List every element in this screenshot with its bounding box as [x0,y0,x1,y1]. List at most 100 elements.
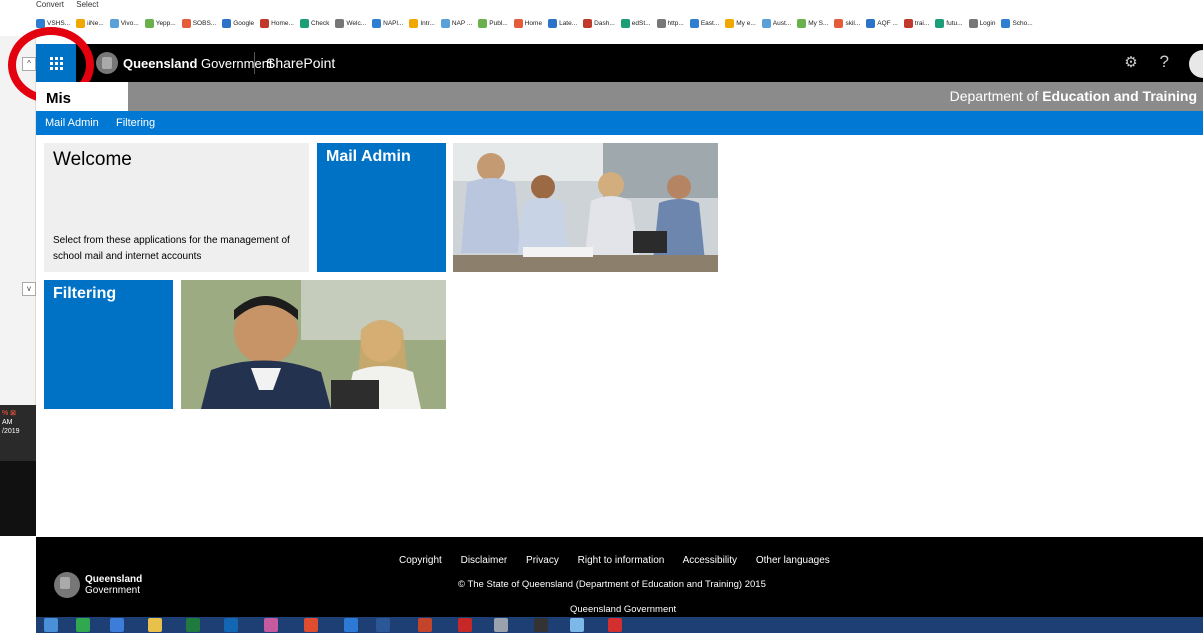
browser-command-bar: Convert Select [36,0,336,10]
outlook-icon[interactable] [224,618,238,632]
favorite-link[interactable]: iiNe... [76,10,104,36]
onedrive-icon[interactable] [344,618,358,632]
favorite-link[interactable]: NAP ... [440,10,473,36]
favorite-label: Yepp... [155,19,176,27]
favorite-link[interactable]: Vivo... [109,10,139,36]
nav-filtering[interactable]: Filtering [116,111,155,135]
favorite-link[interactable]: NAPl... [372,10,403,36]
favorite-link[interactable]: Google [222,10,254,36]
welcome-title: Welcome [53,149,132,170]
mail-admin-tile-label: Mail Admin [326,148,411,165]
queensland-government-logo[interactable]: Queensland Government [96,44,273,82]
filtering-tile[interactable]: Filtering [44,280,173,409]
favorite-link[interactable]: Login [968,10,995,36]
favorite-link[interactable]: Home... [260,10,294,36]
favicon-icon [1001,18,1011,28]
crest-icon [96,52,118,74]
favicon-icon [109,18,119,28]
favorite-link[interactable]: Intr... [409,10,435,36]
favicon-icon [866,18,876,28]
nav-mail-admin[interactable]: Mail Admin [45,111,99,135]
favorite-link[interactable]: skil... [834,10,860,36]
mail-admin-tile[interactable]: Mail Admin [317,143,446,272]
favorite-link[interactable]: Late... [548,10,577,36]
site-title[interactable]: Mis Gateway [36,82,128,111]
excel-icon[interactable] [186,618,200,632]
favorite-link[interactable]: trai... [903,10,929,36]
acrobat-icon[interactable] [608,618,622,632]
chrome-icon[interactable] [304,618,318,632]
clock-line-1: AM [2,419,13,426]
favorite-link[interactable]: Welc... [335,10,366,36]
favorite-link[interactable]: Publ... [478,10,508,36]
app-icon[interactable] [264,618,278,632]
favorite-label: NAP ... [451,19,473,27]
favorite-link[interactable]: My S... [797,10,828,36]
favicon-icon [260,18,270,28]
footer-crest-icon [54,572,80,598]
favorite-link[interactable]: Dash... [583,10,615,36]
favorite-label: Aust... [772,19,792,27]
start-icon[interactable] [44,618,58,632]
favorite-link[interactable]: AQF ... [866,10,898,36]
favorite-link[interactable]: Aust... [761,10,792,36]
site-footer: Copyright Disclaimer Privacy Right to in… [36,537,1203,617]
footer-logo[interactable]: Queensland Government [54,572,142,598]
favorite-link[interactable]: Yepp... [144,10,176,36]
suite-bar: Queensland Government SharePoint ⚙ ? [36,44,1203,82]
favicon-icon [36,18,45,28]
sharepoint-link[interactable]: SharePoint [266,44,335,82]
favorite-link[interactable]: My e... [725,10,756,36]
left-dark-rail [0,461,36,536]
welcome-panel: Welcome Select from these applications f… [44,143,309,272]
word-icon[interactable] [376,618,390,632]
favicon-icon [548,18,558,28]
store-icon[interactable] [76,618,90,632]
favorite-link[interactable]: futu... [935,10,963,36]
favorite-label: Google [233,19,255,27]
suite-divider [254,52,255,74]
favorite-link[interactable]: edSt... [620,10,651,36]
favorite-label: Scho... [1012,19,1033,27]
favicon-icon [299,18,309,28]
favorite-link[interactable]: East... [689,10,719,36]
favorites-bar: VSHS... iiNe... Vivo... Yepp... SOBS... Googl… [36,10,1203,36]
help-button[interactable]: ? [1160,52,1169,72]
favorite-label: Welc... [346,19,367,27]
ie-icon[interactable] [110,618,124,632]
favorite-label: VSHS... [47,19,71,27]
footer-link-disclaimer[interactable]: Disclaimer [461,555,508,566]
footer-link-privacy[interactable]: Privacy [526,555,559,566]
footer-link-accessibility[interactable]: Accessibility [683,555,737,566]
top-navigation: Mail Admin Filtering [36,111,1203,135]
tool-icon[interactable] [494,618,508,632]
convert-command[interactable]: Convert [36,0,64,9]
explorer-icon[interactable] [148,618,162,632]
favorite-link[interactable]: Check [299,10,329,36]
footer-link-right-to-information[interactable]: Right to information [578,555,665,566]
brand-bold: Queensland [123,55,198,71]
snip-icon[interactable] [534,618,548,632]
favicon-icon [797,18,807,28]
footer-link-other-languages[interactable]: Other languages [756,555,830,566]
record-icon[interactable] [458,618,472,632]
scroll-down-button[interactable]: v [22,282,36,296]
photos-icon[interactable] [570,618,584,632]
favicon-icon [620,18,630,28]
favorite-label: NAPl... [383,19,404,27]
favorite-label: Intr... [420,19,435,27]
favorite-link[interactable]: http... [656,10,684,36]
powerpoint-icon[interactable] [418,618,432,632]
avatar[interactable] [1189,50,1203,78]
gear-icon[interactable]: ⚙ [1122,54,1140,72]
favorite-link[interactable]: Home [513,10,542,36]
footer-links: Copyright Disclaimer Privacy Right to in… [399,555,846,566]
select-command[interactable]: Select [76,0,98,9]
favorite-link[interactable]: Scho... [1001,10,1033,36]
side-clock-panel: % ⊠ AM /2019 [0,405,36,461]
favorite-link[interactable]: SOBS... [181,10,216,36]
footer-link-copyright[interactable]: Copyright [399,555,442,566]
brand-light: Government [197,55,273,71]
favorite-label: edSt... [631,19,651,27]
filtering-tile-label: Filtering [53,285,117,302]
